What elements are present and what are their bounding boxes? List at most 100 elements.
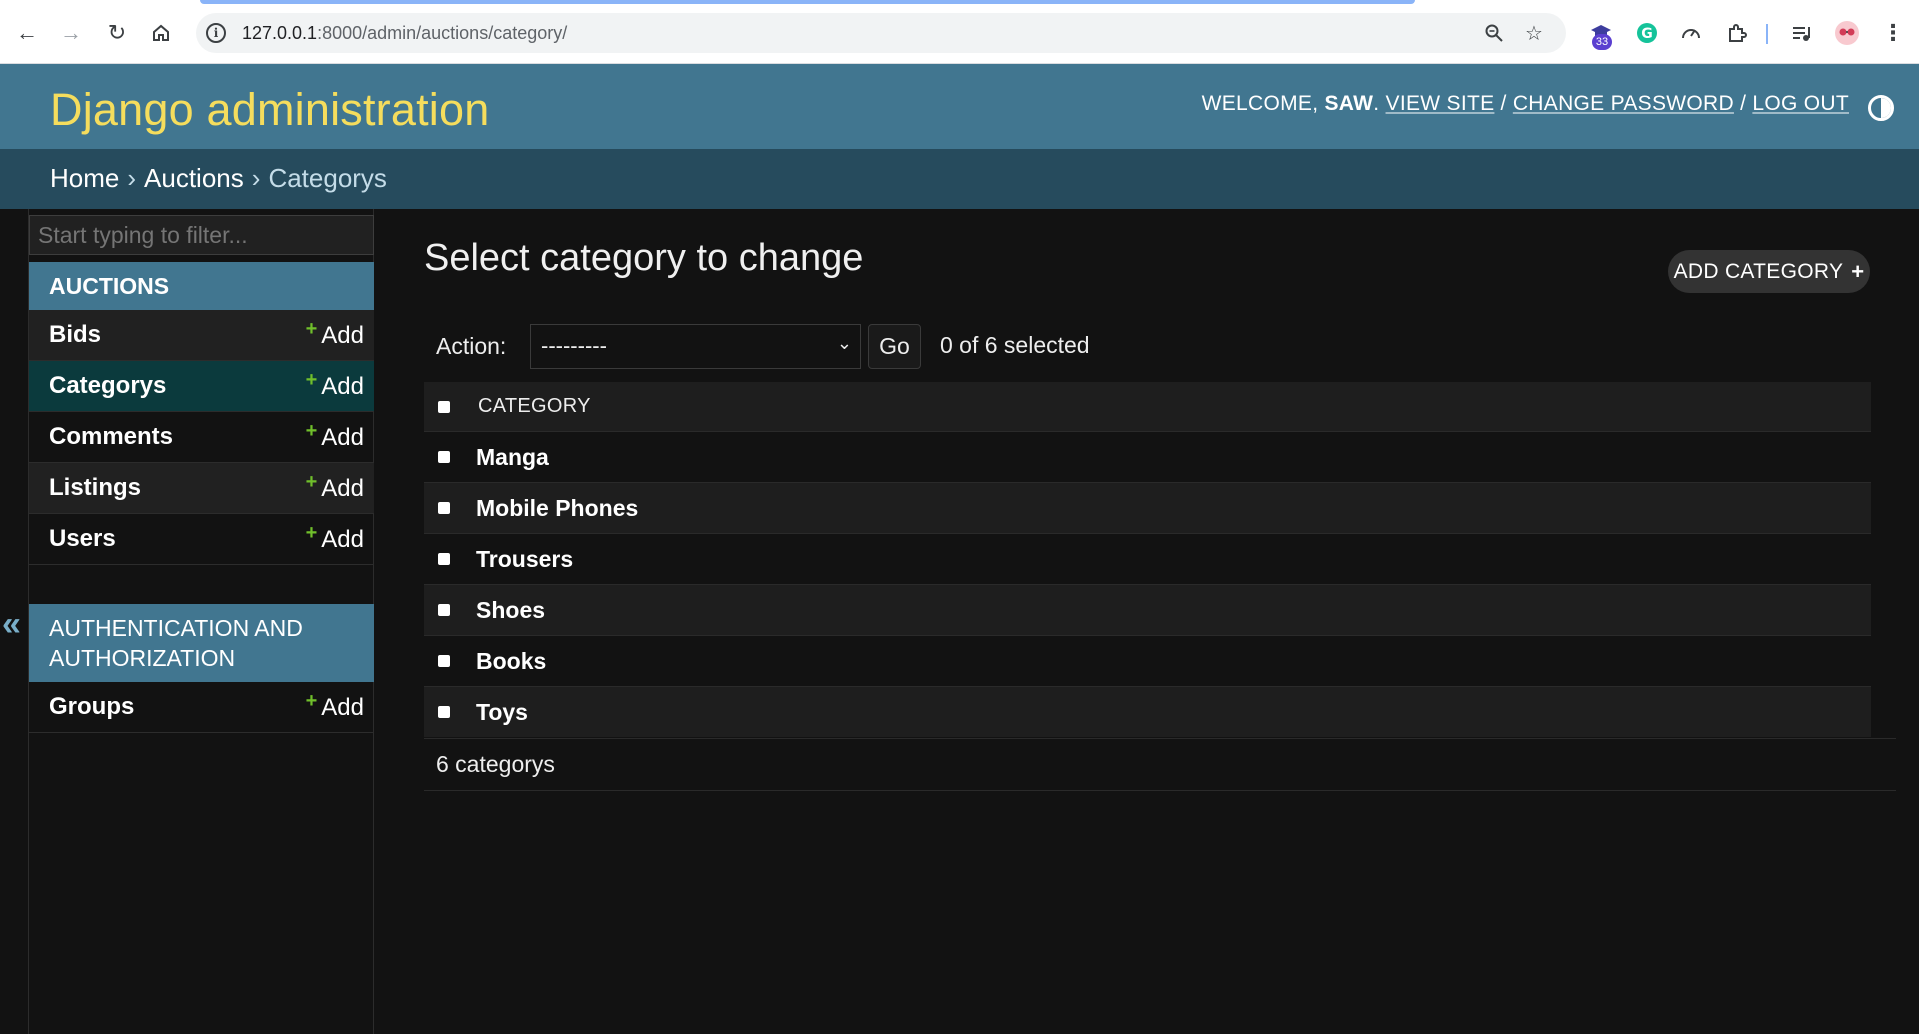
model-link-groups[interactable]: Groups [49, 693, 134, 721]
user-tools: WELCOME, SAW. VIEW SITE / CHANGE PASSWOR… [1202, 92, 1849, 116]
chevron-down-icon: ⌄ [836, 333, 852, 353]
model-link-categorys[interactable]: Categorys [49, 372, 166, 400]
bookmark-star-icon[interactable]: ☆ [1522, 21, 1546, 45]
sidebar-item-categorys[interactable]: Categorys + Add [29, 361, 374, 412]
add-label: Add [321, 322, 364, 349]
row-link[interactable]: Mobile Phones [476, 495, 638, 522]
paginator: 6 categorys [424, 738, 1896, 791]
nav-sidebar: AUCTIONS Bids +Add Categorys +Add Commen… [28, 209, 374, 1034]
select-all-checkbox[interactable] [438, 400, 450, 413]
site-branding[interactable]: Django administration [50, 84, 489, 136]
speedometer-icon[interactable] [1678, 20, 1704, 46]
add-comments-link[interactable]: + Add [306, 420, 364, 452]
profile-avatar-icon[interactable] [1834, 20, 1860, 46]
address-bar[interactable]: i 127.0.0.1:8000/admin/auctions/category… [196, 13, 1566, 53]
add-plus-icon: + [1851, 258, 1865, 284]
page-title: Select category to change [424, 237, 864, 279]
sidebar-item-groups[interactable]: Groups + Add [29, 682, 374, 733]
table-row: Shoes [424, 584, 1871, 635]
forward-arrow-icon[interactable]: → [56, 18, 86, 48]
home-icon[interactable] [146, 18, 176, 48]
add-bids-link[interactable]: + Add [306, 318, 364, 350]
change-password-link[interactable]: CHANGE PASSWORD [1513, 92, 1734, 115]
welcome-text: WELCOME, [1201, 92, 1325, 115]
model-link-users[interactable]: Users [49, 525, 116, 553]
breadcrumb-home[interactable]: Home [50, 163, 119, 193]
sidebar-item-listings[interactable]: Listings + Add [29, 463, 374, 514]
table-header: CATEGORY [424, 382, 1871, 431]
table-row: Manga [424, 431, 1871, 482]
breadcrumb-auctions[interactable]: Auctions [144, 163, 244, 193]
action-selected-value: --------- [541, 333, 607, 358]
extensions-puzzle-icon[interactable] [1724, 20, 1750, 46]
model-link-comments[interactable]: Comments [49, 423, 173, 451]
svg-text:G: G [1641, 26, 1653, 42]
url-text[interactable]: 127.0.0.1:8000/admin/auctions/category/ [242, 23, 567, 44]
sidebar-item-comments[interactable]: Comments + Add [29, 412, 374, 463]
theme-toggle-icon[interactable] [1868, 95, 1894, 121]
row-checkbox[interactable] [438, 502, 450, 514]
add-plus-icon: + [305, 471, 318, 493]
action-label: Action: [436, 333, 507, 359]
row-checkbox[interactable] [438, 655, 450, 667]
add-listings-link[interactable]: + Add [306, 471, 364, 503]
sidebar-item-bids[interactable]: Bids + Add [29, 310, 374, 361]
browser-menu-icon[interactable]: ⋮ [1880, 20, 1906, 46]
row-link[interactable]: Trousers [476, 546, 573, 573]
row-checkbox[interactable] [438, 604, 450, 616]
row-link[interactable]: Toys [476, 699, 528, 726]
add-label: Add [321, 475, 364, 502]
url-path: :8000/admin/auctions/category/ [317, 23, 568, 43]
app-caption-auth-line2: AUTHORIZATION [49, 645, 236, 671]
add-category-button[interactable]: ADD CATEGORY + [1668, 250, 1870, 293]
action-counter: 0 of 6 selected [940, 332, 1090, 358]
reload-icon[interactable]: ↻ [102, 18, 132, 48]
app-caption-auth-line1: AUTHENTICATION AND [49, 615, 303, 641]
row-link[interactable]: Books [476, 648, 546, 675]
row-checkbox[interactable] [438, 451, 450, 463]
nav-filter-input[interactable] [29, 215, 374, 255]
action-select[interactable]: --------- ⌄ [530, 324, 861, 369]
grammarly-icon[interactable]: G [1634, 20, 1660, 46]
add-label: Add [321, 373, 364, 400]
row-checkbox[interactable] [438, 553, 450, 565]
username: SAW [1324, 92, 1374, 115]
add-plus-icon: + [305, 318, 318, 340]
table-row: Mobile Phones [424, 482, 1871, 533]
breadcrumb-separator: › [127, 163, 137, 193]
app-caption-auth[interactable]: AUTHENTICATION AND AUTHORIZATION [29, 604, 374, 682]
media-queue-icon[interactable] [1788, 20, 1814, 46]
table-row: Toys [424, 686, 1871, 737]
result-list: CATEGORY Manga Mobile Phones Trousers Sh… [424, 382, 1871, 737]
add-label: Add [321, 694, 364, 721]
go-button[interactable]: Go [868, 324, 921, 369]
zoom-icon[interactable] [1482, 21, 1506, 45]
extension-badge: 33 [1592, 34, 1612, 50]
row-link[interactable]: Shoes [476, 597, 545, 624]
sidebar-collapse-icon[interactable]: « [2, 605, 21, 644]
browser-toolbar: ← → ↻ i 127.0.0.1:8000/admin/auctions/ca… [0, 0, 1919, 64]
log-out-link[interactable]: LOG OUT [1752, 92, 1849, 115]
view-site-link[interactable]: VIEW SITE [1386, 92, 1495, 115]
add-label: Add [321, 526, 364, 553]
add-category-label: ADD CATEGORY [1673, 259, 1844, 283]
separator: / [1494, 92, 1513, 115]
model-link-bids[interactable]: Bids [49, 321, 101, 349]
breadcrumb-current: Categorys [268, 163, 387, 193]
back-arrow-icon[interactable]: ← [12, 18, 42, 48]
add-users-link[interactable]: + Add [306, 522, 364, 554]
row-checkbox[interactable] [438, 706, 450, 718]
add-categorys-link[interactable]: + Add [306, 369, 364, 401]
row-link[interactable]: Manga [476, 444, 549, 471]
column-header-category[interactable]: CATEGORY [478, 395, 591, 418]
breadcrumb: Home › Auctions › Categorys [0, 149, 1919, 209]
app-caption-auctions[interactable]: AUCTIONS [29, 262, 374, 310]
url-host: 127.0.0.1 [242, 23, 318, 43]
table-row: Trousers [424, 533, 1871, 584]
sidebar-item-users[interactable]: Users + Add [29, 514, 374, 565]
toolbar-divider [1766, 24, 1768, 44]
add-plus-icon: + [305, 420, 318, 442]
model-link-listings[interactable]: Listings [49, 474, 141, 502]
site-info-icon[interactable]: i [206, 23, 226, 43]
add-groups-link[interactable]: + Add [306, 690, 364, 722]
